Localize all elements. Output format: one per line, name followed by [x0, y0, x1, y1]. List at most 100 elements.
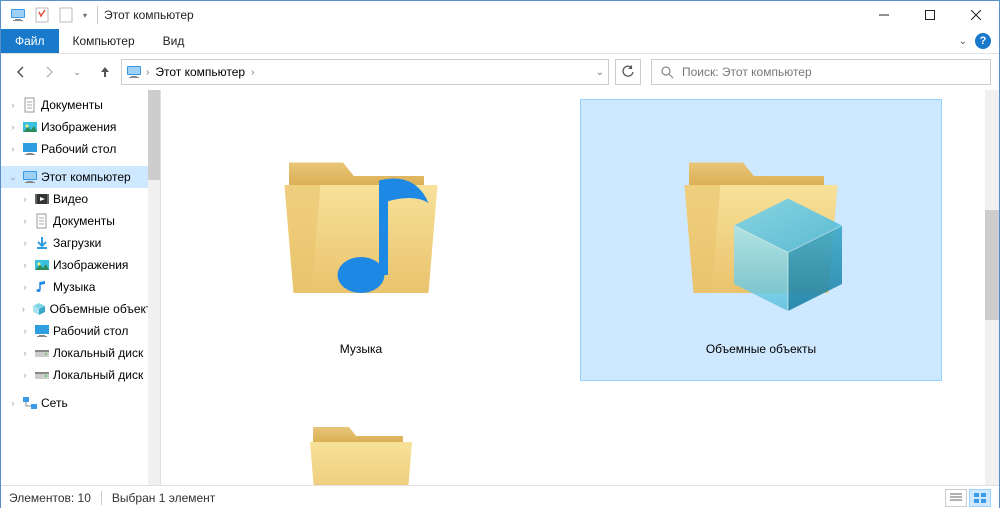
disk-icon	[34, 345, 50, 361]
nav-tree: ›Документы›Изображения›Рабочий стол⌄Этот…	[1, 90, 161, 485]
maximize-button[interactable]	[907, 1, 953, 29]
address-dropdown-icon[interactable]: ⌄	[596, 67, 604, 78]
tree-item-label: Изображения	[53, 258, 128, 272]
tree-item[interactable]: › Изображения	[1, 254, 160, 276]
back-button[interactable]	[9, 60, 33, 84]
chevron-icon[interactable]: ⌄	[7, 172, 19, 183]
tree-item[interactable]: › Музыка	[1, 276, 160, 298]
tree-item-label: Этот компьютер	[41, 170, 131, 184]
chevron-icon[interactable]: ›	[7, 398, 19, 408]
properties-icon[interactable]	[31, 4, 53, 26]
tree-item-label: Изображения	[41, 120, 116, 134]
dl-icon	[34, 235, 50, 251]
tree-item-label: Рабочий стол	[53, 324, 128, 338]
chevron-icon[interactable]: ›	[19, 260, 31, 270]
folder-item[interactable]	[181, 420, 541, 485]
folder-item[interactable]: Объемные объекты	[581, 100, 941, 380]
chevron-right-icon[interactable]: ›	[251, 67, 254, 78]
tree-item-label: Рабочий стол	[41, 142, 116, 156]
tree-item[interactable]: › Изображения	[1, 116, 160, 138]
tab-view[interactable]: Вид	[149, 29, 199, 53]
up-button[interactable]	[93, 60, 117, 84]
tree-item[interactable]: ›Локальный диск	[1, 342, 160, 364]
tree-item-label: Видео	[53, 192, 88, 206]
close-button[interactable]	[953, 1, 999, 29]
tree-item-label: Загрузки	[53, 236, 101, 250]
content-area[interactable]: Музыка Объемные объекты	[161, 90, 999, 485]
tab-computer[interactable]: Компьютер	[59, 29, 149, 53]
search-icon	[660, 65, 674, 79]
tree-item[interactable]: ⌄ Этот компьютер	[1, 166, 160, 188]
tree-item-label: Музыка	[53, 280, 95, 294]
address-bar[interactable]: › Этот компьютер › ⌄	[121, 59, 609, 85]
tree-item[interactable]: ›Документы	[1, 210, 160, 232]
tree-item[interactable]: › Локальный диск	[1, 364, 160, 386]
chevron-icon[interactable]: ›	[19, 194, 31, 204]
chevron-icon[interactable]: ›	[19, 326, 31, 336]
chevron-icon[interactable]: ›	[19, 304, 28, 314]
quick-access-toolbar: ▾	[1, 4, 91, 26]
tree-item[interactable]: › Сеть	[1, 392, 160, 414]
chevron-icon[interactable]: ›	[19, 282, 31, 292]
folder-label: Музыка	[340, 342, 382, 356]
chevron-icon[interactable]: ›	[7, 100, 19, 110]
doc-icon	[34, 213, 50, 229]
tree-item[interactable]: ›Объемные объекты	[1, 298, 160, 320]
folder-icon	[246, 106, 476, 336]
desk-icon	[22, 141, 38, 157]
content-scrollbar[interactable]	[985, 90, 999, 485]
status-selection: Выбран 1 элемент	[112, 491, 215, 505]
help-icon[interactable]: ?	[975, 33, 991, 49]
minimize-button[interactable]	[861, 1, 907, 29]
video-icon	[34, 191, 50, 207]
window-controls	[861, 1, 999, 29]
tree-item-label: Сеть	[41, 396, 68, 410]
window-title: Этот компьютер	[104, 8, 194, 22]
status-count: Элементов: 10	[9, 491, 91, 505]
titlebar: ▾ Этот компьютер	[1, 1, 999, 29]
desk-icon	[34, 323, 50, 339]
music-icon	[34, 279, 50, 295]
pc-icon	[22, 169, 38, 185]
status-separator	[101, 491, 102, 505]
tree-item[interactable]: › Видео	[1, 188, 160, 210]
disk-icon	[34, 367, 50, 383]
tree-item[interactable]: ›Документы	[1, 94, 160, 116]
search-box[interactable]	[651, 59, 991, 85]
breadcrumb-root[interactable]: Этот компьютер	[153, 65, 247, 79]
pic-icon	[22, 119, 38, 135]
chevron-right-icon[interactable]: ›	[146, 67, 149, 78]
status-bar: Элементов: 10 Выбран 1 элемент	[1, 485, 999, 509]
folder-item[interactable]: Музыка	[181, 100, 541, 380]
view-details-button[interactable]	[945, 489, 967, 507]
view-large-icons-button[interactable]	[969, 489, 991, 507]
tree-item[interactable]: › Рабочий стол	[1, 320, 160, 342]
tab-file[interactable]: Файл	[1, 29, 59, 53]
chevron-icon[interactable]: ›	[19, 216, 31, 226]
3d-icon	[31, 301, 47, 317]
folder-icon	[246, 426, 476, 485]
content-scroll-thumb[interactable]	[985, 210, 999, 320]
explorer-body: ›Документы›Изображения›Рабочий стол⌄Этот…	[1, 90, 999, 485]
tree-item[interactable]: › Загрузки	[1, 232, 160, 254]
folder-label: Объемные объекты	[706, 342, 816, 356]
recent-dropdown-icon[interactable]: ⌄	[65, 60, 89, 84]
forward-button[interactable]	[37, 60, 61, 84]
qat-dropdown-icon[interactable]: ▾	[79, 4, 91, 26]
pc-icon[interactable]	[7, 4, 29, 26]
chevron-icon[interactable]: ›	[19, 238, 31, 248]
navbar: ⌄ › Этот компьютер › ⌄	[1, 54, 999, 90]
chevron-icon[interactable]: ›	[7, 144, 19, 154]
tree-item-label: Локальный диск	[53, 368, 143, 382]
search-input[interactable]	[682, 65, 982, 79]
ribbon-tabs: Файл Компьютер Вид ⌄ ?	[1, 29, 999, 53]
refresh-button[interactable]	[615, 59, 641, 85]
chevron-icon[interactable]: ›	[7, 122, 19, 132]
tree-item[interactable]: › Рабочий стол	[1, 138, 160, 160]
new-folder-icon[interactable]	[55, 4, 77, 26]
ribbon-expand-icon[interactable]: ⌄	[959, 36, 967, 47]
chevron-icon[interactable]: ›	[19, 348, 31, 358]
tree-scrollbar[interactable]	[148, 90, 160, 485]
chevron-icon[interactable]: ›	[19, 370, 31, 380]
tree-scroll-thumb[interactable]	[148, 90, 160, 180]
